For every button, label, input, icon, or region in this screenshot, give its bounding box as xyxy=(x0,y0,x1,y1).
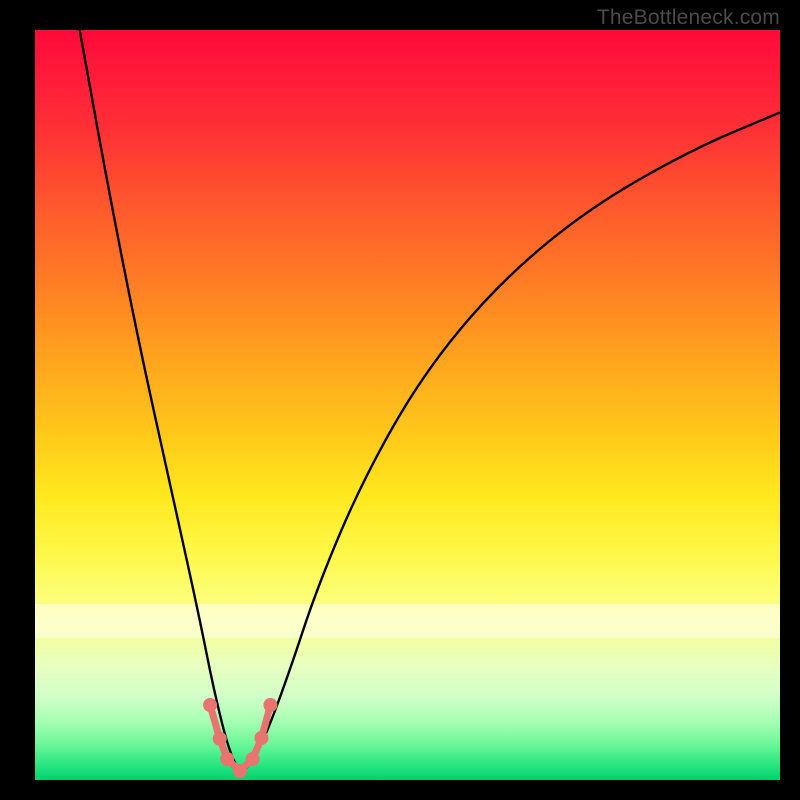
bottleneck-curve xyxy=(80,30,780,770)
marker-dot xyxy=(263,698,277,712)
marker-group xyxy=(203,698,277,778)
curve-layer xyxy=(35,30,780,780)
watermark-text: TheBottleneck.com xyxy=(597,6,780,30)
marker-dot xyxy=(233,764,247,778)
marker-dot xyxy=(246,752,260,766)
marker-dot xyxy=(220,752,234,766)
chart-stage: TheBottleneck.com xyxy=(0,0,800,800)
marker-dot xyxy=(213,732,227,746)
plot-area xyxy=(35,30,780,780)
marker-dot xyxy=(254,731,268,745)
marker-dot xyxy=(203,698,217,712)
